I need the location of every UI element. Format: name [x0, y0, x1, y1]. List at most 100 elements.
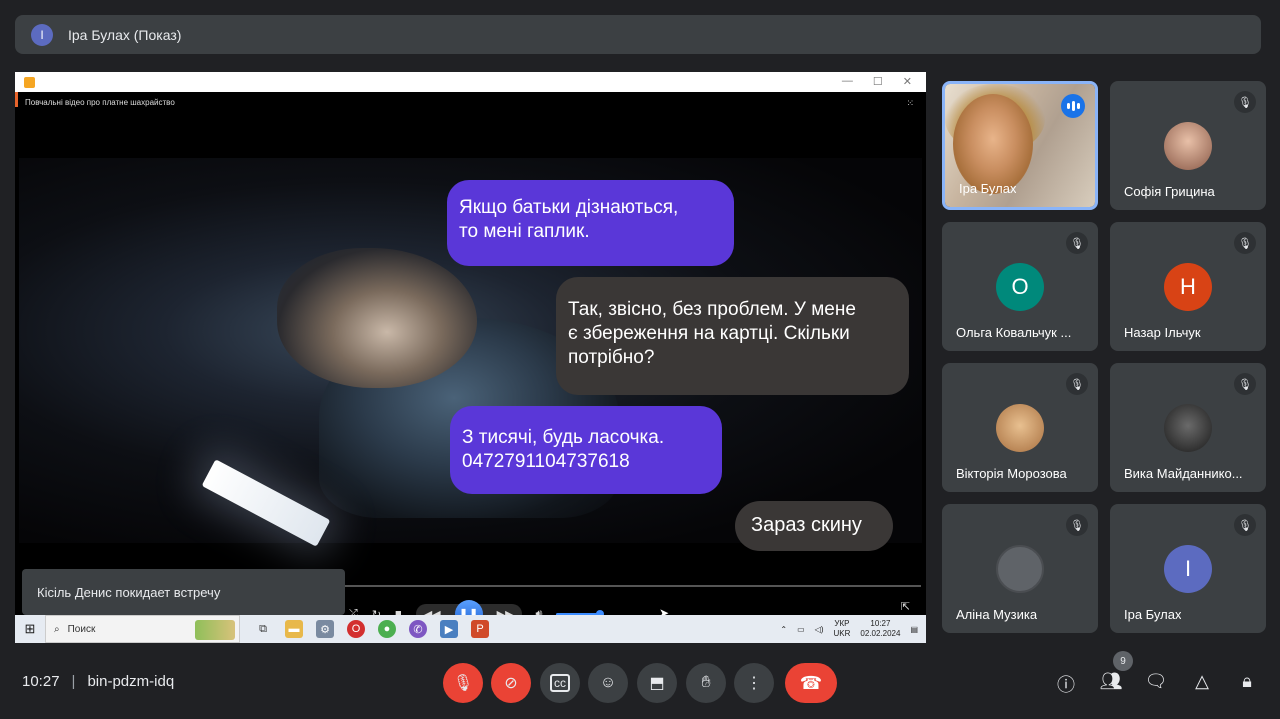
- captions-icon: cc: [550, 674, 570, 692]
- meeting-time: 10:27: [22, 673, 60, 690]
- mic-off-icon: 🎙︎: [1066, 232, 1088, 254]
- participant-name: Іра Булах: [1124, 607, 1182, 622]
- taskbar-search[interactable]: ⌕ Поиск: [45, 615, 240, 643]
- mic-off-icon: 🎙︎: [452, 675, 474, 692]
- lang-bottom: UKR: [833, 629, 851, 638]
- meeting-details-icon[interactable]: ⓘ: [1054, 671, 1078, 697]
- sound-icon[interactable]: ◁): [815, 625, 824, 634]
- tray-date: 02.02.2024: [860, 629, 901, 638]
- notifications-icon[interactable]: ▤: [910, 625, 918, 634]
- search-highlight-image: [195, 620, 235, 640]
- participant-name: Софія Грицина: [1124, 184, 1215, 199]
- chat-bubble-2: Так, звісно, без проблем. У мене є збере…: [556, 277, 909, 395]
- scene-head: [277, 248, 477, 388]
- chat-bubble-1: Якщо батьки дізнаються, то мені гаплик.: [447, 180, 734, 266]
- participant-name: Ольга Ковальчук ...: [956, 325, 1072, 340]
- media-player-taskbar-icon[interactable]: ▶: [440, 620, 458, 638]
- close-icon[interactable]: ✕: [903, 75, 912, 88]
- powerpoint-icon[interactable]: P: [471, 620, 489, 638]
- participant-tile[interactable]: 🎙︎ Софія Грицина: [1110, 81, 1266, 210]
- participant-tile[interactable]: Іра Булах: [942, 81, 1098, 210]
- raise-hand-button[interactable]: ✋︎: [686, 663, 726, 703]
- people-count-badge: 9: [1113, 651, 1133, 671]
- participant-tile[interactable]: 🎙︎ О Ольга Ковальчук ...: [942, 222, 1098, 351]
- participant-avatar: [996, 545, 1044, 593]
- mic-off-icon: 🎙︎: [1234, 373, 1256, 395]
- minimize-icon[interactable]: —: [842, 75, 853, 88]
- participant-name: Вікторія Морозова: [956, 466, 1067, 481]
- mic-off-icon: 🎙︎: [1234, 91, 1256, 113]
- participant-tile[interactable]: 🎙︎ Вика Майданнико...: [1110, 363, 1266, 492]
- presenter-bar: І Іра Булах (Показ): [15, 15, 1261, 54]
- viber-icon[interactable]: ✆: [409, 620, 427, 638]
- meeting-info-separator: |: [71, 673, 76, 690]
- task-view-icon[interactable]: ⧉: [254, 620, 272, 638]
- participant-avatar: [1164, 404, 1212, 452]
- meeting-controls-bar: 10:27 | bin-pdzm-idq 🎙︎ ⊘ cc ☺ ⬒ ✋︎ ⋮ ☎︎…: [0, 651, 1280, 710]
- windows-taskbar: ⊞ ⌕ Поиск ⧉ ▬ ⚙ O ● ✆ ▶ P ⌃ ▭ ◁) УКР UKR…: [15, 615, 926, 643]
- maximize-icon[interactable]: ☐: [873, 75, 883, 88]
- presenter-avatar: І: [31, 23, 53, 46]
- player-titlebar: — ☐ ✕: [15, 72, 926, 92]
- network-icon[interactable]: ▭: [797, 625, 805, 634]
- participant-tile[interactable]: 🎙︎ І Іра Булах: [1110, 504, 1266, 633]
- present-screen-icon: ⬒: [649, 675, 665, 692]
- participant-tile[interactable]: 🎙︎ Н Назар Ільчук: [1110, 222, 1266, 351]
- opera-icon[interactable]: O: [347, 620, 365, 638]
- window-edge: [15, 92, 18, 107]
- participant-name: Аліна Музика: [956, 607, 1038, 622]
- participant-avatar: І: [1164, 545, 1212, 593]
- hand-icon: ✋︎: [701, 674, 711, 691]
- emoji-icon: ☺: [599, 674, 617, 691]
- reactions-button[interactable]: ☺: [588, 663, 628, 703]
- presenter-title: Іра Булах (Показ): [68, 26, 182, 43]
- people-icon[interactable]: 👥︎: [1099, 671, 1123, 692]
- participant-avatar: [996, 404, 1044, 452]
- mic-off-icon: 🎙︎: [1066, 373, 1088, 395]
- participant-avatar: [1164, 122, 1212, 170]
- scene-phone: [201, 459, 331, 547]
- meeting-code: bin-pdzm-idq: [87, 673, 175, 690]
- mic-off-button[interactable]: 🎙︎: [443, 663, 483, 703]
- fullscreen-icon[interactable]: ⇱: [901, 600, 910, 613]
- file-explorer-icon[interactable]: ▬: [285, 620, 303, 638]
- present-button[interactable]: ⬒: [637, 663, 677, 703]
- camera-off-icon: ⊘: [504, 675, 518, 692]
- activities-icon[interactable]: △: [1190, 671, 1214, 692]
- video-frame[interactable]: Повчальні відео про платне шахрайство ⁙ …: [19, 92, 922, 628]
- video-title: Повчальні відео про платне шахрайство: [25, 98, 175, 107]
- phone-hangup-icon: ☎︎: [799, 672, 823, 693]
- control-panel-icon[interactable]: ⚙: [316, 620, 334, 638]
- search-placeholder: Поиск: [67, 623, 96, 635]
- meeting-info: 10:27 | bin-pdzm-idq: [22, 673, 174, 690]
- search-icon: ⌕: [54, 623, 60, 635]
- tray-chevron-icon[interactable]: ⌃: [780, 625, 787, 634]
- more-vert-icon: ⋮: [746, 675, 762, 692]
- chat-bubble-3: З тисячі, будь ласочка. 0472791104737618: [450, 406, 722, 494]
- media-player-icon: [24, 76, 35, 88]
- tray-time: 10:27: [870, 619, 891, 628]
- chrome-icon[interactable]: ●: [378, 620, 396, 638]
- participant-tile[interactable]: 🎙︎ Аліна Музика: [942, 504, 1098, 633]
- participant-name: Іра Булах: [959, 181, 1017, 196]
- windows-start-icon[interactable]: ⊞: [15, 621, 45, 637]
- participant-tile[interactable]: 🎙︎ Вікторія Морозова: [942, 363, 1098, 492]
- participant-name: Назар Ільчук: [1124, 325, 1201, 340]
- lang-top: УКР: [834, 619, 850, 628]
- chat-icon[interactable]: 🗨︎: [1144, 671, 1168, 692]
- language-indicator[interactable]: УКР UKR: [834, 619, 851, 639]
- camera-off-button[interactable]: ⊘: [491, 663, 531, 703]
- speaking-indicator-icon: [1061, 94, 1085, 118]
- participant-avatar: О: [996, 263, 1044, 311]
- captions-button[interactable]: cc: [540, 663, 580, 703]
- leave-call-button[interactable]: ☎︎: [785, 663, 837, 703]
- participant-name: Вика Майданнико...: [1124, 466, 1243, 481]
- more-options-button[interactable]: ⋮: [734, 663, 774, 703]
- mic-off-icon: 🎙︎: [1234, 232, 1256, 254]
- host-controls-icon[interactable]: 🔒︎: [1235, 671, 1259, 692]
- switch-library-icon[interactable]: ⁙: [906, 98, 914, 109]
- tray-clock[interactable]: 10:27 02.02.2024: [860, 619, 900, 639]
- leave-notification: Кісіль Денис покидает встречу: [22, 569, 345, 615]
- chat-bubble-4: Зараз скину: [735, 501, 893, 551]
- presentation-view: — ☐ ✕ Повчальні відео про платне шахрайс…: [15, 72, 926, 643]
